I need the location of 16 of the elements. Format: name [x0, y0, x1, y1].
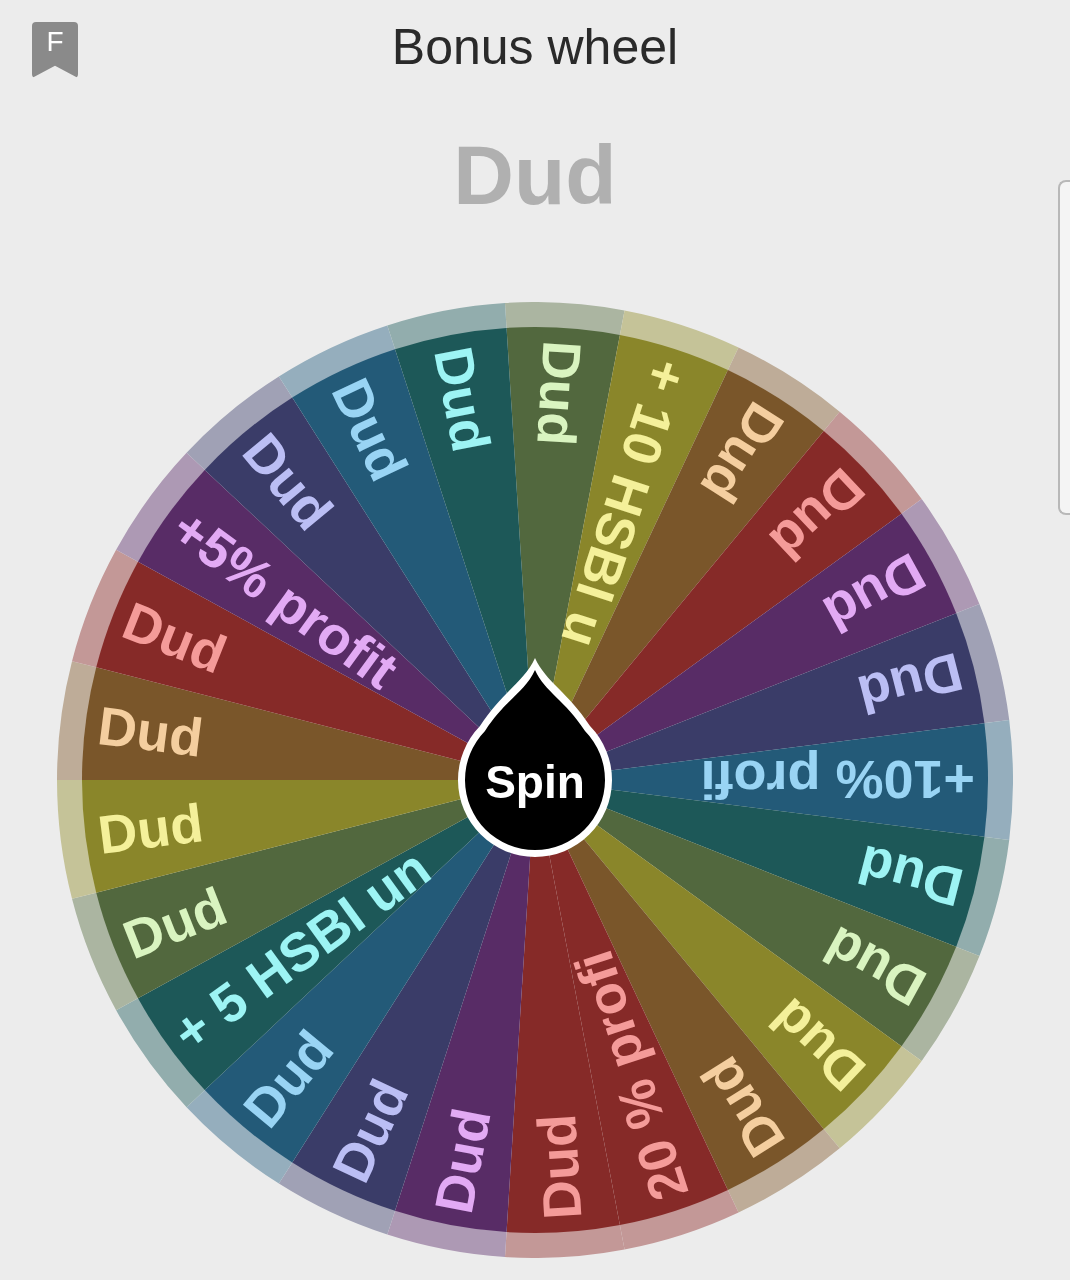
- segment-label: Dud: [852, 641, 969, 726]
- spin-button[interactable]: Spin: [458, 658, 612, 857]
- segment-label: Dud: [94, 695, 207, 768]
- segment-label: Dud: [852, 834, 969, 919]
- segment-label: Dud: [423, 1103, 502, 1218]
- segment-label: Dud: [320, 1070, 420, 1191]
- page-title: Bonus wheel: [391, 18, 679, 76]
- scrollbar[interactable]: [1058, 180, 1070, 515]
- result-text: Dud: [453, 127, 617, 223]
- segment-label: Dud: [94, 792, 207, 865]
- segment-label: Dud: [114, 875, 235, 970]
- segment-label: +10% profi: [700, 750, 975, 810]
- segment-label: Dud: [526, 1112, 593, 1221]
- segment-label: Dud: [114, 590, 235, 685]
- segment-label: Dud: [423, 342, 502, 457]
- segment-label: Dud: [526, 339, 593, 448]
